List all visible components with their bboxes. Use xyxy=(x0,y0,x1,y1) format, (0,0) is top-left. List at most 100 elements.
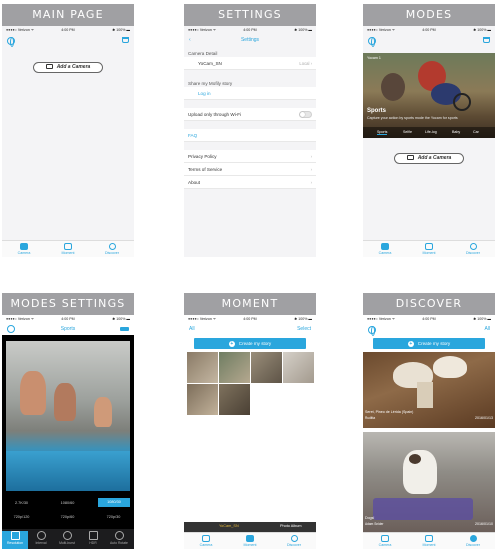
settings-toolbar: Resolution Interval Multi-burst HDR Auto… xyxy=(2,529,134,549)
tool-multiburst[interactable]: Multi-burst xyxy=(54,531,80,545)
tool-label: Multi-burst xyxy=(59,541,75,545)
option-2-7k-30[interactable]: 2.7K/30 xyxy=(6,501,37,505)
status-bar: ●●●●○ Verizon ᯤ 4:00 PM ✱ 100% ▬ xyxy=(184,315,316,324)
camera-icon xyxy=(381,243,389,250)
select-button[interactable]: Select xyxy=(297,326,311,332)
tool-hdr[interactable]: HDR xyxy=(80,531,106,545)
panel-title: SETTINGS xyxy=(184,4,316,26)
tab-moment[interactable]: Moment xyxy=(46,243,90,255)
photo-thumbnail[interactable] xyxy=(283,352,314,383)
sports-mode-photo[interactable]: Yocam 1 Sports Capture your action by sp… xyxy=(363,53,495,138)
photo-thumbnail[interactable] xyxy=(251,352,282,383)
tab-label: Discover xyxy=(287,543,301,547)
tab-label: Discover xyxy=(466,543,480,547)
tool-label: Interval xyxy=(35,541,47,545)
tab-bar: Camera Moment Discover xyxy=(363,240,495,257)
globe-icon[interactable] xyxy=(7,37,15,47)
photo-thumbnail[interactable] xyxy=(187,352,218,383)
discover-post-dog[interactable]: Dogs! Adam Snider 2016/01/10 xyxy=(363,432,495,532)
post-date: 2016/01/10 xyxy=(475,522,493,526)
tab-label: Moment xyxy=(61,251,75,255)
search-icon xyxy=(469,243,477,250)
tab-label: Camera xyxy=(378,543,392,547)
camera-icon[interactable] xyxy=(120,327,129,331)
child-shape xyxy=(54,383,76,421)
status-bar: ●●●●○ Verizon ᯤ 4:00 PM ✱ 100% ▬ xyxy=(184,26,316,35)
discover-post-mushrooms[interactable]: Seret, Pineo de Lérida (Spain) Ruditta 2… xyxy=(363,352,495,428)
login-row[interactable]: Log in xyxy=(184,87,316,100)
search-icon xyxy=(469,535,477,542)
tool-resolution[interactable]: Resolution xyxy=(2,531,28,549)
upload-wifi-row: Upload only through Wi-Fi xyxy=(184,108,316,121)
settings-screen: ●●●●○ Verizon ᯤ 4:00 PM ✱ 100% ▬ ‹ Setti… xyxy=(184,26,316,257)
source-photo-album[interactable]: Photo Album xyxy=(280,524,302,528)
option-720p-120[interactable]: 720p/120 xyxy=(6,515,37,519)
modes-settings-screen: ●●●●○ Verizon ᯤ 4:00 PM ✱ 100% ▬ Sports … xyxy=(2,315,134,549)
tab-discover[interactable]: Discover xyxy=(451,243,495,255)
create-story-button[interactable]: + Create my story xyxy=(194,338,306,349)
post-caption: Seret, Pineo de Lérida (Spain) xyxy=(365,410,414,414)
option-1080-60[interactable]: 1080/60 xyxy=(52,501,83,505)
photo-thumbnail[interactable] xyxy=(219,384,250,415)
tab-discover[interactable]: Discover xyxy=(451,535,495,547)
camera-icon xyxy=(381,535,389,542)
status-bar: ●●●●○ Verizon ᯤ 4:00 PM ✱ 100% ▬ xyxy=(2,26,134,35)
mode-tab-baby[interactable]: Baby xyxy=(452,130,460,134)
tab-camera[interactable]: Camera xyxy=(363,243,407,255)
upload-wifi-toggle[interactable] xyxy=(299,111,312,118)
tab-moment[interactable]: Moment xyxy=(228,535,272,547)
mode-tab-lifelog[interactable]: Life-log xyxy=(425,130,437,134)
tab-moment[interactable]: Moment xyxy=(407,243,451,255)
nav-title: Sports xyxy=(60,326,76,332)
option-720p-30[interactable]: 720p/30 xyxy=(98,515,129,519)
faq-row[interactable]: FAQ xyxy=(184,129,316,142)
add-camera-button[interactable]: Add a Camera xyxy=(394,153,464,164)
camera-status: Local › xyxy=(299,61,312,66)
all-filter-button[interactable]: All xyxy=(484,326,490,332)
tab-camera[interactable]: Camera xyxy=(184,535,228,547)
tool-interval[interactable]: Interval xyxy=(28,531,54,545)
mode-tab-selfie[interactable]: Selfie xyxy=(403,130,412,134)
mode-tab-sports[interactable]: Sports xyxy=(377,130,388,135)
cart-icon[interactable] xyxy=(483,37,490,43)
source-yocam[interactable]: YoCam_SN xyxy=(219,524,239,528)
tab-camera[interactable]: Camera xyxy=(2,243,46,255)
post-caption: Dogs! xyxy=(365,516,375,520)
dog-patch xyxy=(409,454,421,464)
all-filter-button[interactable]: All xyxy=(189,326,195,332)
about-row[interactable]: About › xyxy=(184,176,316,189)
photo-thumbnail[interactable] xyxy=(219,352,250,383)
upload-wifi-label: Upload only through Wi-Fi xyxy=(188,112,242,117)
tab-discover[interactable]: Discover xyxy=(90,243,134,255)
privacy-row[interactable]: Privacy Policy › xyxy=(184,150,316,163)
tool-auto-rotate[interactable]: Auto Rotate xyxy=(106,531,132,545)
tab-discover[interactable]: Discover xyxy=(272,535,316,547)
mode-tab-car[interactable]: Car xyxy=(473,130,479,134)
terms-row[interactable]: Terms of Service › xyxy=(184,163,316,176)
option-1080-30[interactable]: 1080/30 xyxy=(98,498,130,507)
create-story-label: Create my story xyxy=(238,341,272,346)
camera-row[interactable]: YoCam_SN Local › xyxy=(184,57,316,70)
tab-camera[interactable]: Camera xyxy=(363,535,407,547)
tab-bar: Camera Moment Discover xyxy=(363,532,495,549)
panel-title: MODES SETTINGS xyxy=(2,293,134,315)
tab-moment[interactable]: Moment xyxy=(407,535,451,547)
faq-label: FAQ xyxy=(188,133,198,138)
globe-icon[interactable] xyxy=(368,37,376,47)
battery: ✱ 100% ▬ xyxy=(112,317,130,321)
battery: ✱ 100% ▬ xyxy=(294,317,312,321)
camera-icon xyxy=(406,155,414,161)
add-camera-button[interactable]: Add a Camera xyxy=(33,62,103,73)
plus-icon: + xyxy=(407,340,414,347)
create-story-button[interactable]: + Create my story xyxy=(373,338,485,349)
search-icon xyxy=(108,243,116,250)
add-camera-label: Add a Camera xyxy=(417,155,452,161)
option-720p-60[interactable]: 720p/60 xyxy=(52,515,83,519)
status-bar: ●●●●○ Verizon ᯤ 4:00 PM ✱ 100% ▬ xyxy=(363,315,495,324)
photo-thumbnail[interactable] xyxy=(187,384,218,415)
add-camera-label: Add a Camera xyxy=(56,64,91,70)
login-label: Log in xyxy=(198,91,211,96)
photo-icon xyxy=(425,535,433,542)
cart-icon[interactable] xyxy=(122,37,129,43)
globe-icon[interactable] xyxy=(368,326,376,336)
